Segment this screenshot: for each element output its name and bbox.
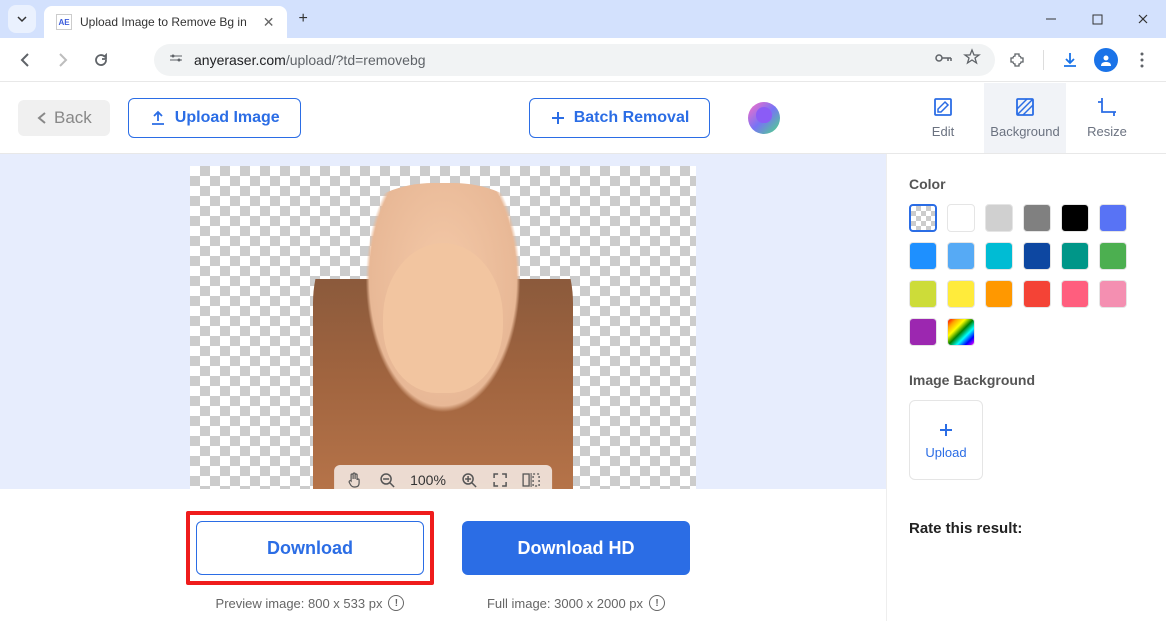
plus-icon (937, 421, 955, 439)
downloads-icon[interactable] (1056, 46, 1084, 74)
tab-resize-label: Resize (1087, 124, 1127, 139)
batch-removal-button[interactable]: Batch Removal (529, 98, 711, 138)
tab-edit[interactable]: Edit (902, 83, 984, 153)
upload-bg-button[interactable]: Upload (909, 400, 983, 480)
preview-info: Preview image: 800 x 533 px ! (216, 595, 405, 611)
download-hd-label: Download HD (518, 538, 635, 559)
window-controls (1028, 0, 1166, 38)
resize-icon (1096, 96, 1118, 118)
chevron-down-icon (16, 13, 28, 25)
sidebar: Color Image Background Upload Rate this … (886, 154, 1166, 621)
rate-label: Rate this result: (909, 520, 1144, 537)
background-icon (1014, 96, 1036, 118)
color-swatch[interactable] (1023, 280, 1051, 308)
profile-avatar-icon (1094, 48, 1118, 72)
close-window-button[interactable] (1120, 0, 1166, 38)
info-icon[interactable]: ! (388, 595, 404, 611)
color-swatch[interactable] (909, 280, 937, 308)
plus-icon (550, 110, 566, 126)
subject-image (313, 183, 573, 503)
color-swatch[interactable] (1061, 242, 1089, 270)
upload-bg-label: Upload (925, 445, 966, 460)
download-label: Download (267, 538, 353, 559)
color-swatch-grid (909, 204, 1144, 346)
color-swatch[interactable] (909, 242, 937, 270)
main-content: 100% Download Preview image: 800 x 533 p… (0, 154, 1166, 621)
batch-label: Batch Removal (574, 109, 690, 127)
color-swatch[interactable] (1061, 280, 1089, 308)
app-back-button[interactable]: Back (18, 100, 110, 136)
color-swatch[interactable] (909, 204, 937, 232)
tab-search-button[interactable] (8, 5, 36, 33)
highlight-annotation: Download (186, 511, 434, 585)
upload-icon (149, 109, 167, 127)
info-icon[interactable]: ! (649, 595, 665, 611)
download-row: Download Preview image: 800 x 533 px ! D… (0, 489, 886, 621)
back-nav-button[interactable] (10, 45, 40, 75)
color-swatch[interactable] (947, 318, 975, 346)
url-text: anyeraser.com/upload/?td=removebg (194, 52, 925, 68)
tab-background[interactable]: Background (984, 83, 1066, 153)
color-swatch[interactable] (947, 242, 975, 270)
color-swatch[interactable] (1023, 242, 1051, 270)
divider (1043, 50, 1044, 70)
color-swatch[interactable] (1099, 280, 1127, 308)
canvas-area: 100% Download Preview image: 800 x 533 p… (0, 154, 886, 621)
site-settings-icon[interactable] (168, 50, 184, 69)
password-key-icon[interactable] (935, 51, 953, 69)
browser-titlebar: AE Upload Image to Remove Bg in ✕ + (0, 0, 1166, 38)
pan-hand-icon[interactable] (346, 471, 364, 489)
minimize-button[interactable] (1028, 0, 1074, 38)
extensions-icon[interactable] (1003, 46, 1031, 74)
reload-button[interactable] (86, 45, 116, 75)
upload-label: Upload Image (175, 109, 280, 127)
tab-resize[interactable]: Resize (1066, 83, 1148, 153)
new-tab-button[interactable]: + (299, 10, 308, 28)
tab-title: Upload Image to Remove Bg in (80, 15, 247, 29)
fullscreen-icon[interactable] (492, 472, 508, 488)
edit-icon (932, 96, 954, 118)
color-swatch[interactable] (947, 280, 975, 308)
tab-close-icon[interactable]: ✕ (263, 14, 275, 31)
download-hd-button[interactable]: Download HD (462, 521, 690, 575)
compare-split-icon[interactable] (522, 472, 540, 488)
profile-button[interactable] (1092, 46, 1120, 74)
color-swatch[interactable] (985, 204, 1013, 232)
chrome-menu-button[interactable] (1128, 46, 1156, 74)
forward-nav-button[interactable] (48, 45, 78, 75)
image-bg-label: Image Background (909, 372, 1144, 388)
download-button[interactable]: Download (196, 521, 424, 575)
url-bar[interactable]: anyeraser.com/upload/?td=removebg (154, 44, 995, 76)
zoom-out-icon[interactable] (378, 471, 396, 489)
favicon-icon: AE (56, 14, 72, 30)
user-avatar[interactable] (748, 102, 780, 134)
color-swatch[interactable] (1099, 242, 1127, 270)
tab-edit-label: Edit (932, 124, 954, 139)
color-swatch[interactable] (1061, 204, 1089, 232)
back-label: Back (54, 108, 92, 128)
color-swatch[interactable] (909, 318, 937, 346)
tool-tabs: Edit Background Resize (902, 83, 1148, 153)
browser-addressbar: anyeraser.com/upload/?td=removebg (0, 38, 1166, 82)
color-swatch[interactable] (1099, 204, 1127, 232)
color-swatch[interactable] (985, 280, 1013, 308)
bookmark-star-icon[interactable] (963, 48, 981, 71)
image-canvas[interactable]: 100% (190, 166, 696, 503)
color-swatch[interactable] (985, 242, 1013, 270)
color-swatch[interactable] (947, 204, 975, 232)
maximize-button[interactable] (1074, 0, 1120, 38)
color-swatch[interactable] (1023, 204, 1051, 232)
browser-tab[interactable]: AE Upload Image to Remove Bg in ✕ (44, 6, 287, 38)
color-section-label: Color (909, 176, 1144, 192)
zoom-value: 100% (410, 472, 446, 488)
chevron-left-icon (36, 111, 48, 125)
app-toolbar: Back Upload Image Batch Removal Edit Bac… (0, 82, 1166, 154)
full-info: Full image: 3000 x 2000 px ! (487, 595, 665, 611)
upload-image-button[interactable]: Upload Image (128, 98, 301, 138)
zoom-in-icon[interactable] (460, 471, 478, 489)
tab-background-label: Background (990, 124, 1059, 139)
